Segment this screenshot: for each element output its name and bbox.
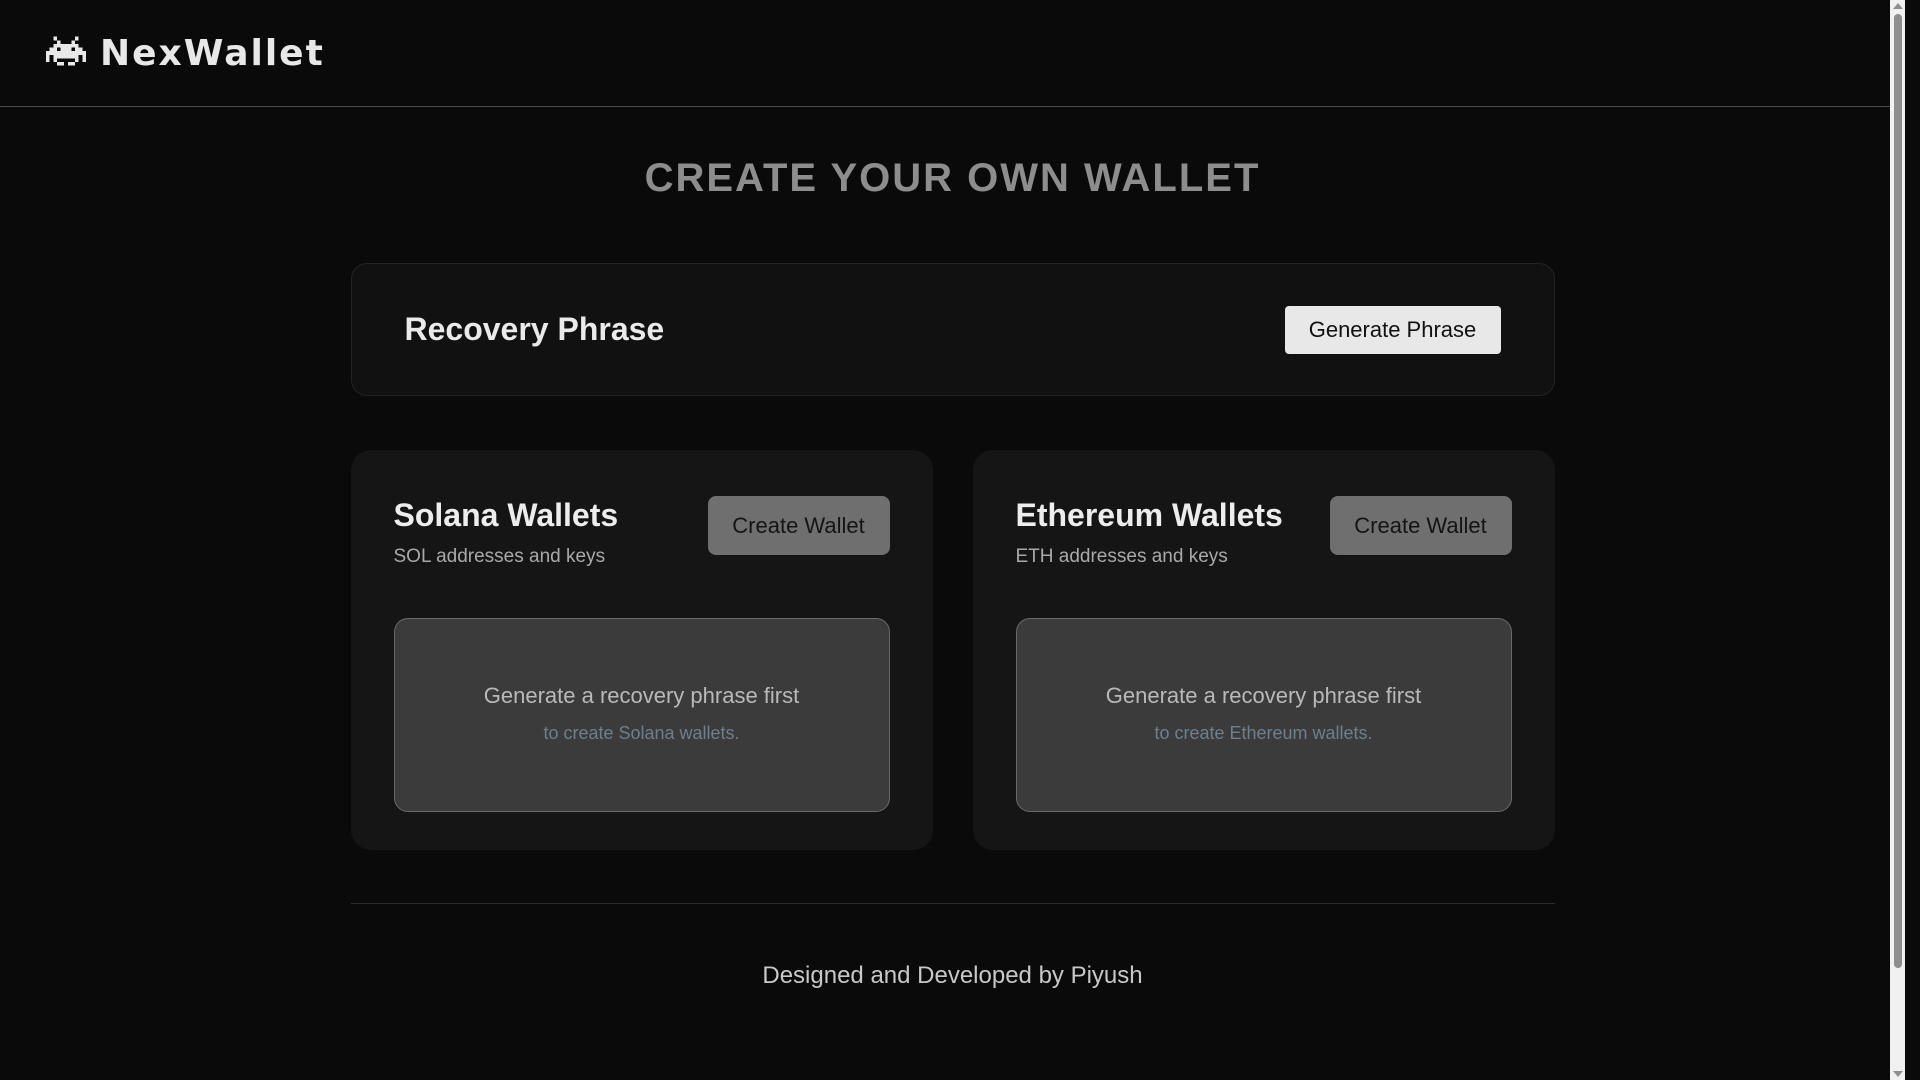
scroll-up-icon[interactable]: [1893, 3, 1903, 9]
footer-credit: Designed and Developed by Piyush: [762, 962, 1143, 989]
solana-wallet-card: Solana Wallets SOL addresses and keys Cr…: [350, 450, 933, 850]
space-invader-icon[interactable]: [46, 35, 86, 71]
generate-phrase-button[interactable]: Generate Phrase: [1284, 305, 1501, 354]
brand-name[interactable]: NexWallet: [100, 33, 325, 74]
recovery-phrase-title: Recovery Phrase: [404, 311, 665, 347]
solana-wallets-subtitle: SOL addresses and keys: [393, 546, 606, 567]
create-solana-wallet-button[interactable]: Create Wallet: [707, 496, 890, 555]
solana-card-header: Solana Wallets SOL addresses and keys Cr…: [394, 496, 890, 568]
ethereum-empty-state: Generate a recovery phrase first to crea…: [1015, 618, 1512, 812]
footer-divider: [350, 903, 1555, 904]
solana-empty-hint: to create Solana wallets.: [543, 722, 740, 743]
solana-empty-message: Generate a recovery phrase first: [483, 682, 800, 708]
solana-empty-state: Generate a recovery phrase first to crea…: [393, 618, 890, 812]
ethereum-wallet-card: Ethereum Wallets ETH addresses and keys …: [972, 450, 1555, 850]
vertical-scrollbar[interactable]: [1890, 0, 1905, 1080]
page-title: CREATE YOUR OWN WALLET: [644, 156, 1261, 200]
ethereum-empty-message: Generate a recovery phrase first: [1105, 682, 1422, 708]
ethereum-wallets-subtitle: ETH addresses and keys: [1015, 546, 1228, 567]
app-page: NexWallet CREATE YOUR OWN WALLET Recover…: [0, 0, 1905, 1080]
solana-wallets-title: Solana Wallets: [393, 497, 619, 533]
ethereum-heading-group: Ethereum Wallets ETH addresses and keys: [1016, 496, 1283, 568]
ethereum-wallets-title: Ethereum Wallets: [1015, 497, 1283, 533]
scrollbar-thumb[interactable]: [1894, 14, 1902, 968]
solana-heading-group: Solana Wallets SOL addresses and keys: [394, 496, 619, 568]
main-content: Recovery Phrase Generate Phrase Solana W…: [350, 263, 1555, 990]
top-header: NexWallet: [0, 0, 1905, 107]
ethereum-card-header: Ethereum Wallets ETH addresses and keys …: [1016, 496, 1512, 568]
wallet-cards-row: Solana Wallets SOL addresses and keys Cr…: [350, 450, 1555, 850]
ethereum-empty-hint: to create Ethereum wallets.: [1154, 722, 1373, 743]
recovery-phrase-card: Recovery Phrase Generate Phrase: [350, 263, 1555, 396]
create-ethereum-wallet-button[interactable]: Create Wallet: [1329, 496, 1512, 555]
scroll-down-icon[interactable]: [1893, 1071, 1903, 1077]
